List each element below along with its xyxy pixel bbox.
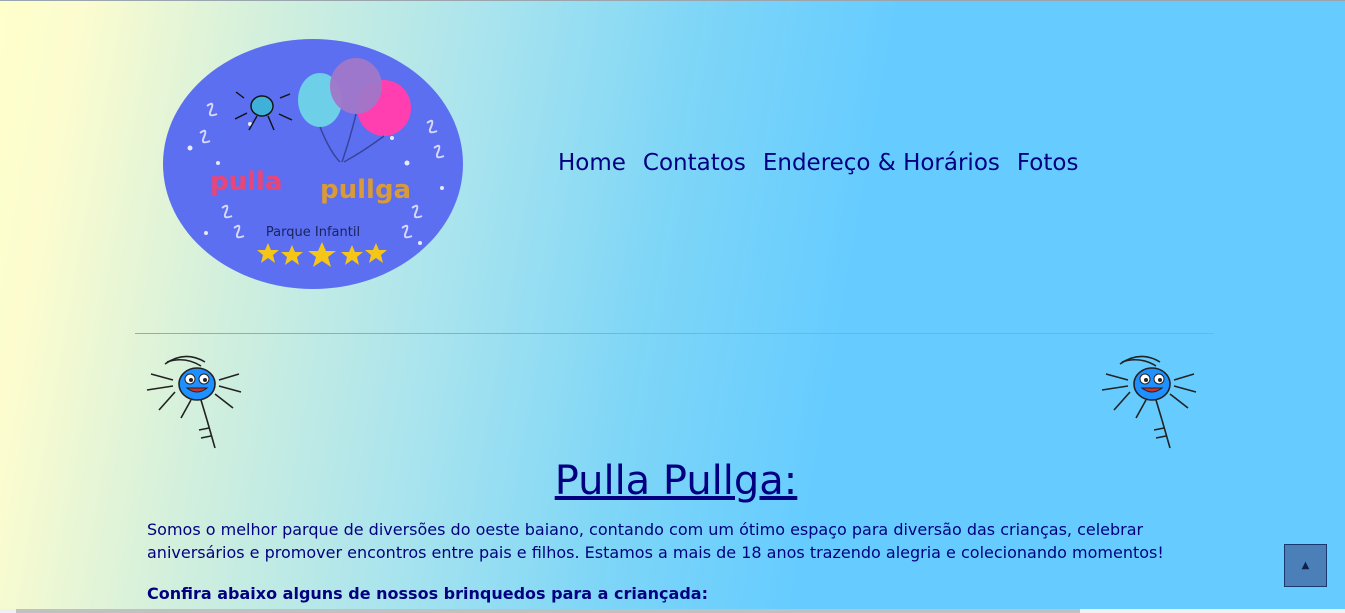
top-border: [0, 0, 1345, 1]
logo-tagline: Parque Infantil: [266, 225, 360, 240]
toys-subheading: Confira abaixo alguns de nossos brinqued…: [147, 584, 708, 603]
nav-home-link[interactable]: Home: [558, 150, 626, 180]
flea-mascot-left-image: [146, 355, 242, 449]
back-to-top-button[interactable]: ▲: [1284, 544, 1327, 587]
nav-contatos-link[interactable]: Contatos: [643, 150, 746, 180]
horizontal-scrollbar[interactable]: [0, 609, 1345, 613]
intro-paragraph: Somos o melhor parque de diversões do oe…: [147, 520, 1164, 562]
flea-mascot-right-image: [1101, 355, 1197, 449]
header-divider: [135, 333, 1214, 334]
main-navigation: Home Contatos Endereço & Horários Fotos: [558, 150, 1095, 180]
logo-brand-line1: pulla: [210, 167, 283, 197]
page-title: Pulla Pullga:: [554, 458, 798, 504]
logo-brand-line2: pullga: [320, 175, 411, 205]
triangle-up-icon: ▲: [1301, 560, 1310, 571]
nav-fotos-link[interactable]: Fotos: [1017, 150, 1079, 180]
nav-endereco-horarios-link[interactable]: Endereço & Horários: [763, 150, 1000, 180]
pulla-pullga-logo[interactable]: pulla pullga Parque Infantil: [162, 38, 464, 290]
scrollbar-thumb[interactable]: [16, 609, 1080, 613]
